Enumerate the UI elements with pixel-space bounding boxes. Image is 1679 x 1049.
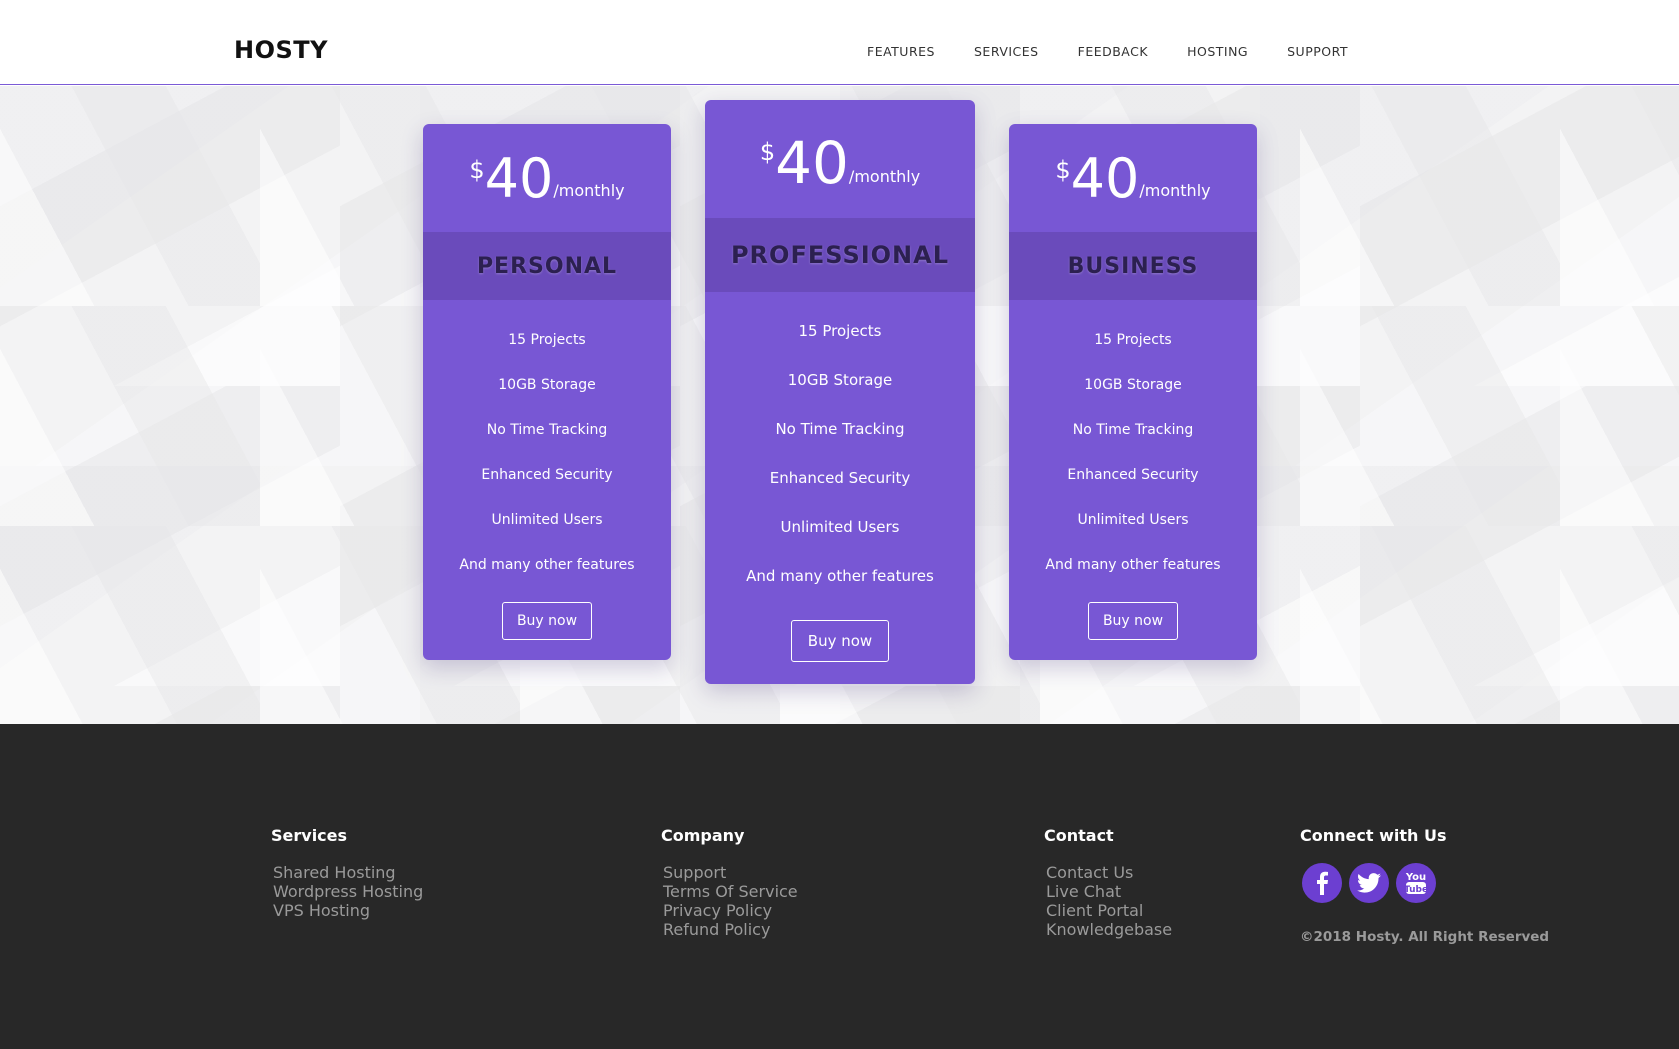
price-amount: 40 bbox=[484, 147, 554, 210]
copyright-text: ©2018 Hosty. All Right Reserved bbox=[1300, 929, 1550, 945]
main-nav: FEATURES SERVICES FEEDBACK HOSTING SUPPO… bbox=[867, 44, 1387, 59]
feature-item: Enhanced Security bbox=[769, 469, 911, 487]
feature-item: 10GB Storage bbox=[1084, 377, 1182, 393]
footer-services: Services Shared Hosting Wordpress Hostin… bbox=[271, 826, 423, 920]
footer-heading: Services bbox=[271, 826, 348, 845]
price: $ 40 /monthly bbox=[1009, 152, 1257, 206]
buy-now-button[interactable]: Buy now bbox=[791, 620, 889, 662]
youtube-icon[interactable]: You Tube bbox=[1396, 863, 1436, 903]
price-period: /monthly bbox=[848, 167, 921, 186]
feature-item: And many other features bbox=[1045, 557, 1221, 573]
price-period: /monthly bbox=[553, 181, 625, 200]
site-header: HOSTY FEATURES SERVICES FEEDBACK HOSTING… bbox=[0, 0, 1679, 85]
feature-item: And many other features bbox=[746, 567, 934, 585]
feature-item: No Time Tracking bbox=[1072, 422, 1194, 438]
feature-item: Enhanced Security bbox=[481, 467, 613, 483]
feature-item: 15 Projects bbox=[798, 322, 882, 340]
price-period: /monthly bbox=[1139, 181, 1211, 200]
nav-services[interactable]: SERVICES bbox=[974, 44, 1039, 59]
feature-item: No Time Tracking bbox=[775, 420, 905, 438]
price: $ 40 /monthly bbox=[705, 134, 975, 192]
footer-contact: Contact Contact Us Live Chat Client Port… bbox=[1044, 826, 1172, 939]
price-currency: $ bbox=[1055, 156, 1071, 184]
footer-link[interactable]: Client Portal bbox=[1046, 901, 1172, 920]
price-amount: 40 bbox=[1070, 147, 1140, 210]
feature-item: No Time Tracking bbox=[486, 422, 608, 438]
feature-item: Unlimited Users bbox=[780, 518, 900, 536]
pricing-section: $ 40 /monthly PERSONAL 15 Projects 10GB … bbox=[0, 86, 1679, 724]
plan-name: PROFESSIONAL bbox=[730, 241, 950, 269]
price-currency: $ bbox=[469, 156, 485, 184]
facebook-icon[interactable] bbox=[1302, 863, 1342, 903]
plan-name-band: PERSONAL bbox=[423, 232, 671, 300]
plan-card-personal: $ 40 /monthly PERSONAL 15 Projects 10GB … bbox=[423, 124, 671, 660]
site-logo[interactable]: HOSTY bbox=[234, 36, 328, 64]
nav-features[interactable]: FEATURES bbox=[867, 44, 935, 59]
footer-link[interactable]: Terms Of Service bbox=[663, 882, 798, 901]
buy-now-button[interactable]: Buy now bbox=[502, 602, 592, 640]
feature-item: Enhanced Security bbox=[1067, 467, 1199, 483]
feature-item: 15 Projects bbox=[508, 332, 586, 348]
footer-heading: Connect with Us bbox=[1300, 826, 1447, 845]
plan-name-band: PROFESSIONAL bbox=[705, 218, 975, 292]
footer-link[interactable]: Contact Us bbox=[1046, 863, 1172, 882]
footer-heading: Contact bbox=[1044, 826, 1114, 845]
footer-link[interactable]: Knowledgebase bbox=[1046, 920, 1172, 939]
feature-list: 15 Projects 10GB Storage No Time Trackin… bbox=[1009, 332, 1257, 602]
feature-item: Unlimited Users bbox=[491, 512, 603, 528]
feature-item: Unlimited Users bbox=[1077, 512, 1189, 528]
price-amount: 40 bbox=[775, 129, 849, 197]
feature-list: 15 Projects 10GB Storage No Time Trackin… bbox=[423, 332, 671, 602]
footer-connect: Connect with Us You Tube ©2018 Hosty. All… bbox=[1300, 826, 1549, 945]
site-footer: Services Shared Hosting Wordpress Hostin… bbox=[0, 724, 1679, 1049]
footer-link[interactable]: Shared Hosting bbox=[273, 863, 423, 882]
price: $ 40 /monthly bbox=[423, 152, 671, 206]
plan-card-professional: $ 40 /monthly PROFESSIONAL 15 Projects 1… bbox=[705, 100, 975, 684]
footer-link[interactable]: Wordpress Hosting bbox=[273, 882, 423, 901]
feature-item: And many other features bbox=[459, 557, 635, 573]
footer-link[interactable]: VPS Hosting bbox=[273, 901, 423, 920]
price-currency: $ bbox=[759, 138, 776, 166]
nav-feedback[interactable]: FEEDBACK bbox=[1078, 44, 1148, 59]
plan-name: PERSONAL bbox=[476, 253, 618, 279]
footer-heading: Company bbox=[661, 826, 745, 845]
plan-name: BUSINESS bbox=[1067, 253, 1199, 279]
feature-item: 10GB Storage bbox=[787, 371, 893, 389]
nav-hosting[interactable]: HOSTING bbox=[1187, 44, 1248, 59]
feature-item: 10GB Storage bbox=[498, 377, 596, 393]
footer-link[interactable]: Support bbox=[663, 863, 798, 882]
svg-text:You: You bbox=[1405, 872, 1426, 883]
twitter-icon[interactable] bbox=[1349, 863, 1389, 903]
plan-card-business: $ 40 /monthly BUSINESS 15 Projects 10GB … bbox=[1009, 124, 1257, 660]
feature-list: 15 Projects 10GB Storage No Time Trackin… bbox=[705, 322, 975, 616]
feature-item: 15 Projects bbox=[1094, 332, 1172, 348]
footer-link[interactable]: Refund Policy bbox=[663, 920, 798, 939]
footer-link[interactable]: Live Chat bbox=[1046, 882, 1172, 901]
social-links: You Tube bbox=[1302, 863, 1549, 903]
buy-now-button[interactable]: Buy now bbox=[1088, 602, 1178, 640]
footer-link[interactable]: Privacy Policy bbox=[663, 901, 798, 920]
footer-company: Company Support Terms Of Service Privacy… bbox=[661, 826, 798, 939]
nav-support[interactable]: SUPPORT bbox=[1287, 44, 1348, 59]
svg-text:Tube: Tube bbox=[1404, 885, 1428, 895]
plan-name-band: BUSINESS bbox=[1009, 232, 1257, 300]
